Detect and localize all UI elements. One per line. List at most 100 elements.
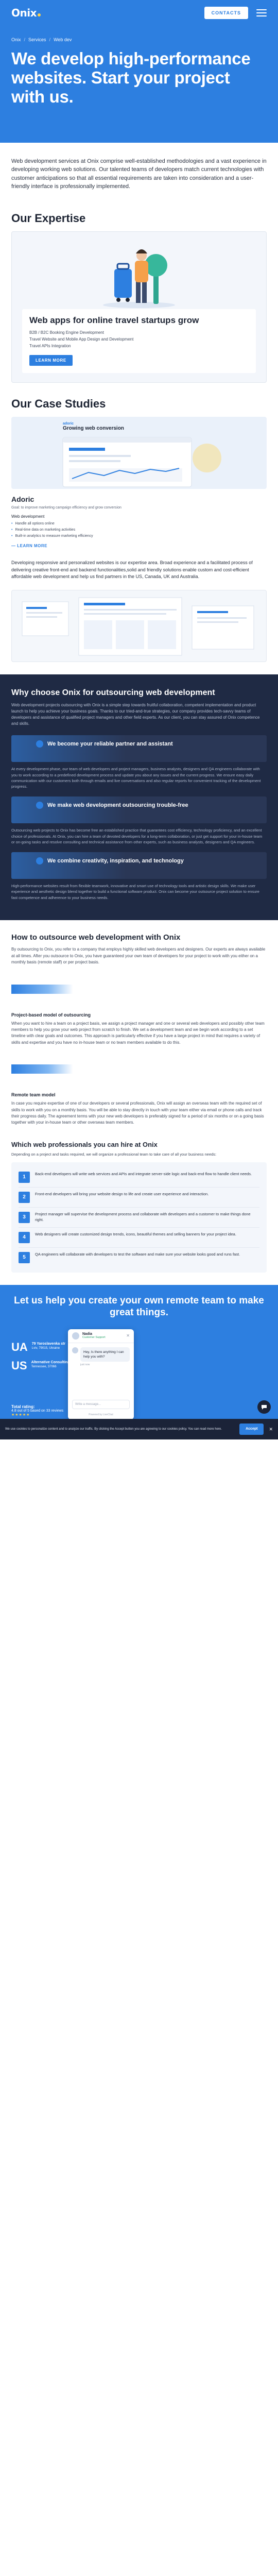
case-card-header: adoric Growing web conversion — [63, 422, 124, 431]
outsourcing-lead: By outsourcing to Onix, you refer to a c… — [11, 947, 266, 965]
list-item: 5 QA engineers will collaborate with deve… — [19, 1248, 259, 1267]
case-study-image[interactable]: adoric Growing web conversion — [11, 416, 267, 489]
accept-cookies-button[interactable]: Accept — [239, 1423, 264, 1435]
project-model-text: When you want to hire a team on a projec… — [11, 1021, 265, 1045]
number-badge: 1 — [19, 1171, 30, 1183]
list-item: Built-in analytics to measure marketing … — [11, 533, 267, 539]
breadcrumb-item-onix[interactable]: Onix — [11, 37, 21, 42]
outsourcing-section: How to outsource web development with On… — [0, 920, 278, 1133]
chat-agent-name: Nadia — [82, 1332, 93, 1336]
feature-banner: We make web development outsourcing trou… — [11, 796, 267, 824]
breadcrumb-separator: / — [24, 37, 26, 42]
breadcrumb-item-services[interactable]: Services — [28, 37, 46, 42]
learn-more-button[interactable]: LEARN MORE — [29, 354, 73, 366]
intro-text: Web development services at Onix compris… — [11, 158, 267, 190]
list-item-text: Project manager will supervise the devel… — [35, 1211, 251, 1222]
chat-header: Nadia Customer Support ✕ — [68, 1329, 134, 1343]
list-item: 3 Project manager will supervise the deve… — [19, 1208, 259, 1228]
case-subtitle: Web development — [11, 514, 45, 519]
top-bar: Onix CONTACTS — [0, 0, 278, 26]
hire-heading: Which web professionals you can hire at … — [11, 1140, 158, 1148]
chat-widget[interactable]: Nadia Customer Support ✕ Hey, Is there a… — [68, 1329, 134, 1419]
rating-block: Total rating: 4.8 out of 5 based on 33 r… — [11, 1404, 63, 1417]
logo-text: Onix — [11, 7, 37, 19]
contacts-button[interactable]: CONTACTS — [204, 7, 248, 19]
project-model-title: Project-based model of outsourcing — [11, 1012, 91, 1018]
cookie-banner: We use cookies to personalize content an… — [0, 1418, 278, 1439]
list-item: Travel Website and Mobile App Design and… — [29, 337, 134, 342]
list-item-text: Front-end developers will bring your web… — [35, 1191, 209, 1196]
chat-bubble-icon[interactable] — [257, 1400, 271, 1414]
list-item: 1 Back-end developers will write web serv… — [19, 1167, 259, 1188]
page-title: We develop high-performance websites. St… — [11, 49, 251, 106]
case-description: Goal: to improve marketing campaign effi… — [11, 505, 121, 510]
office-address: Tennessee, 37066 — [31, 1365, 57, 1369]
expertise-card: Web apps for online travel startups grow… — [11, 231, 267, 383]
office-street: 79 Yaroslavenka str — [31, 1342, 66, 1346]
menu-icon[interactable] — [256, 9, 267, 16]
case-study-body: Adoric Goal: to improve marketing campai… — [0, 489, 278, 548]
number-badge: 5 — [19, 1251, 30, 1263]
office-us: US Alternative Consulting Tennessee, 3706… — [11, 1360, 70, 1371]
list-item: 4 Web designers will create customized de… — [19, 1228, 259, 1248]
feature-title: We make web development outsourcing trou… — [47, 802, 188, 809]
office-code: UA — [11, 1340, 28, 1353]
remote-model-text: In case you require expertise of one of … — [11, 1101, 264, 1125]
rating-value: 4.8 out of 5 based on 33 reviews — [11, 1409, 64, 1413]
number-badge: 4 — [19, 1231, 30, 1243]
offices: UA 79 Yaroslavenka str Lviv, 79015, Ukrai… — [11, 1340, 70, 1379]
chat-agent-status: Customer Support — [82, 1336, 106, 1340]
logo[interactable]: Onix — [11, 7, 41, 19]
number-badge: 2 — [19, 1191, 30, 1203]
list-item: 2 Front-end developers will bring your we… — [19, 1188, 259, 1208]
list-item: Travel APIs Integration — [29, 343, 71, 348]
top-bar-actions: CONTACTS — [204, 7, 267, 19]
feature-title: We become your reliable partner and assi… — [47, 741, 173, 748]
feature-title: We combine creativity, inspiration, and … — [47, 858, 184, 865]
logo-dot-icon — [38, 13, 41, 16]
chat-message-time: just now — [80, 1363, 90, 1367]
case-learn-more-link[interactable]: — LEARN MORE — [11, 544, 267, 548]
feature-banner: We combine creativity, inspiration, and … — [11, 852, 267, 879]
website-mockup-image — [11, 589, 267, 662]
hire-section: Which web professionals you can hire at … — [0, 1133, 278, 1273]
feature-text: High-performance websites result from fl… — [11, 884, 259, 900]
case-studies-heading: Our Case Studies — [11, 397, 106, 410]
why-lead: Web development projects outsourcing wit… — [11, 703, 260, 726]
expertise-list: B2B / B2C Booking Engine Development Tra… — [29, 330, 249, 349]
breadcrumb: Onix / Services / Web dev — [0, 26, 278, 46]
hire-list: 1 Back-end developers will write web serv… — [11, 1162, 267, 1273]
expertise-heading: Our Expertise — [11, 211, 86, 225]
hire-lead: Depending on a project and tasks require… — [11, 1151, 217, 1157]
list-item-text: QA engineers will collaborate with devel… — [35, 1251, 240, 1257]
list-item-text: Back-end developers will write web servi… — [35, 1171, 252, 1176]
number-badge: 3 — [19, 1211, 30, 1223]
responsive-paragraph: Developing responsive and personalized w… — [11, 560, 253, 580]
cookie-text: We use cookies to personalize content an… — [5, 1427, 222, 1431]
case-list: Handle all options online Real-time data… — [11, 521, 267, 539]
case-link-label: LEARN MORE — [17, 544, 48, 549]
feature-banner: We become your reliable partner and assi… — [11, 735, 267, 762]
remote-model-title: Remote team model — [11, 1092, 56, 1098]
close-icon[interactable]: ✕ — [269, 1426, 273, 1432]
traveler-illustration — [12, 232, 266, 309]
expertise-card-text: Web apps for online travel startups grow… — [22, 309, 256, 373]
breadcrumb-item-web-dev: Web dev — [54, 37, 72, 42]
hero-section: Onix CONTACTS Onix / Services / Web dev … — [0, 0, 278, 143]
office-street: Alternative Consulting — [31, 1360, 70, 1364]
case-brand: adoric — [63, 421, 74, 426]
avatar — [72, 1347, 78, 1353]
why-onix-section: Why choose Onix for outsourcing web deve… — [0, 674, 278, 920]
case-card-subtitle: Growing web conversion — [63, 425, 124, 431]
cta-heading: Let us help you create your own remote t… — [14, 1295, 264, 1318]
chat-input[interactable]: Write a message... — [72, 1399, 130, 1409]
feature-text: Outsourcing web projects to Onix has bec… — [11, 828, 263, 844]
star-rating: ★★★★★ — [11, 1413, 30, 1417]
close-icon[interactable]: ✕ — [126, 1333, 130, 1338]
chat-message: Hey, Is there anything I can help you wi… — [80, 1347, 130, 1362]
why-heading: Why choose Onix for outsourcing web deve… — [11, 688, 215, 697]
avatar — [72, 1332, 79, 1340]
remote-model-illustration — [11, 1053, 267, 1084]
rating-label: Total rating: — [11, 1404, 35, 1409]
office-code: US — [11, 1359, 27, 1372]
